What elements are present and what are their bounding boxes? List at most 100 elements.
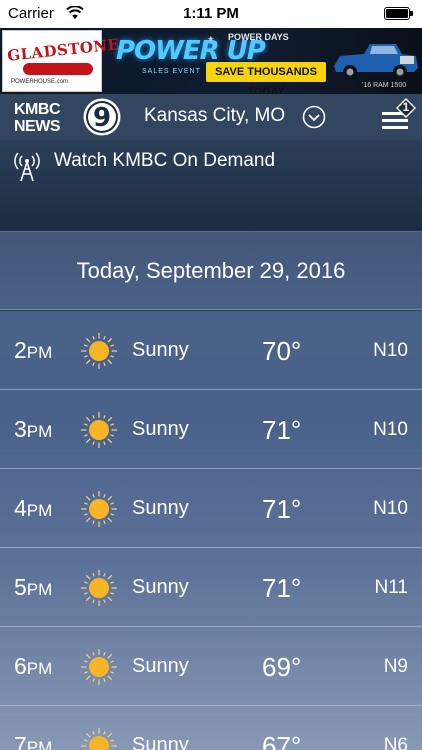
sun-ray [110,592,115,595]
sun-ray [110,355,115,358]
sun-ray [107,596,113,602]
forecast-condition: Sunny [132,655,189,677]
menu-button[interactable]: 1 [378,98,418,136]
sun-icon [81,728,117,750]
sun-ray [92,520,95,525]
ad-dealer-tagline: POWERHOUSE.com [11,79,69,85]
sun-ray [103,441,106,446]
sun-ray [110,502,115,505]
truck-image [334,44,418,79]
sun-ray [83,355,88,358]
sun-ray [85,438,91,444]
sun-ray [83,671,88,674]
sun-disc [89,499,109,519]
sun-ray [107,416,113,422]
sun-ray [107,653,113,659]
sun-ray [83,502,88,505]
sun-ray [107,574,113,580]
sun-ray [103,678,106,683]
sun-ray [85,574,91,580]
sun-ray [85,517,91,523]
sun-ray [92,335,95,340]
sun-ray [85,732,91,738]
sun-ray [103,730,106,735]
forecast-hour: 3PM [14,416,53,442]
forecast-row[interactable]: 7PM Sunny 67° N6 [0,706,422,750]
broadcast-tower-icon [14,152,40,182]
sun-ray [110,660,115,663]
sun-ray [110,513,115,516]
sun-ray [107,337,113,343]
ad-brand-text: POWER DAYS [228,32,289,42]
hourly-forecast-list[interactable]: 2PM Sunny 70° N10 3PM Sunny 71° N10 4PM … [0,311,422,750]
battery-icon [384,7,410,20]
sun-ray [92,493,95,498]
sun-ray [92,730,95,735]
sun-ray [103,362,106,367]
sun-ray [107,359,113,365]
forecast-condition: Sunny [132,418,189,440]
sun-ray [92,599,95,604]
forecast-row[interactable]: 4PM Sunny 71° N10 [0,469,422,548]
menu-line [382,119,408,122]
sun-ray [83,592,88,595]
ad-cta-button[interactable]: SAVE THOUSANDS TODAY [206,62,326,94]
sun-icon [81,333,117,369]
sun-ray [85,337,91,343]
sun-ray [110,434,115,437]
sun-ray [110,581,115,584]
location-label[interactable]: Kansas City, MO [144,105,285,127]
forecast-hour: 4PM [14,495,53,521]
sun-ray [92,572,95,577]
forecast-row[interactable]: 3PM Sunny 71° N10 [0,390,422,469]
sun-ray [83,739,88,742]
sun-ray [83,513,88,516]
sun-ray [110,671,115,674]
sun-disc [89,657,109,677]
date-header: Today, September 29, 2016 [0,232,422,310]
forecast-wind: N11 [374,577,408,598]
sun-ray [107,438,113,444]
ad-dealer-swoosh [23,63,93,75]
sun-ray [103,520,106,525]
sun-ray [103,651,106,656]
ad-event-label: SALES EVENT [142,68,201,75]
forecast-condition: Sunny [132,734,189,750]
sun-icon [81,649,117,685]
sun-ray [85,359,91,365]
sun-ray [92,651,95,656]
sun-disc [89,578,109,598]
forecast-hour: 6PM [14,653,53,679]
forecast-temperature: 67° [262,731,302,750]
kmbc-logo[interactable]: KMBC NEWS 9 [12,97,126,137]
forecast-row[interactable]: 5PM Sunny 71° N11 [0,548,422,627]
menu-line [382,126,408,129]
sun-ray [83,660,88,663]
sun-disc [89,341,109,361]
forecast-wind: N10 [373,419,408,440]
logo-number: 9 [93,103,111,133]
forecast-wind: N10 [373,498,408,519]
forecast-row[interactable]: 6PM Sunny 69° N9 [0,627,422,706]
app-header: KMBC NEWS 9 Kansas City, MO 1 [0,94,422,140]
sun-ray [103,414,106,419]
sun-icon [81,412,117,448]
chevron-down-icon[interactable] [302,105,326,129]
sun-ray [110,739,115,742]
forecast-temperature: 71° [262,573,302,603]
sun-ray [92,414,95,419]
forecast-row[interactable]: 2PM Sunny 70° N10 [0,311,422,390]
channel-9-logo-icon: 9 [83,98,121,136]
forecast-temperature: 71° [262,494,302,524]
sun-ray [92,678,95,683]
ad-vehicle-caption: '16 RAM 1500 [362,82,407,89]
ad-dealer-name: GLADSTONE [6,35,121,65]
forecast-temperature: 71° [262,415,302,445]
forecast-wind: N9 [383,656,408,677]
on-demand-banner[interactable]: Watch KMBC On Demand [0,140,422,232]
sun-ray [107,517,113,523]
sun-ray [110,423,115,426]
ad-banner[interactable]: GLADSTONE POWERHOUSE.com POWER UP SALES … [0,28,422,94]
status-time: 1:11 PM [183,5,239,22]
sun-icon [81,570,117,606]
